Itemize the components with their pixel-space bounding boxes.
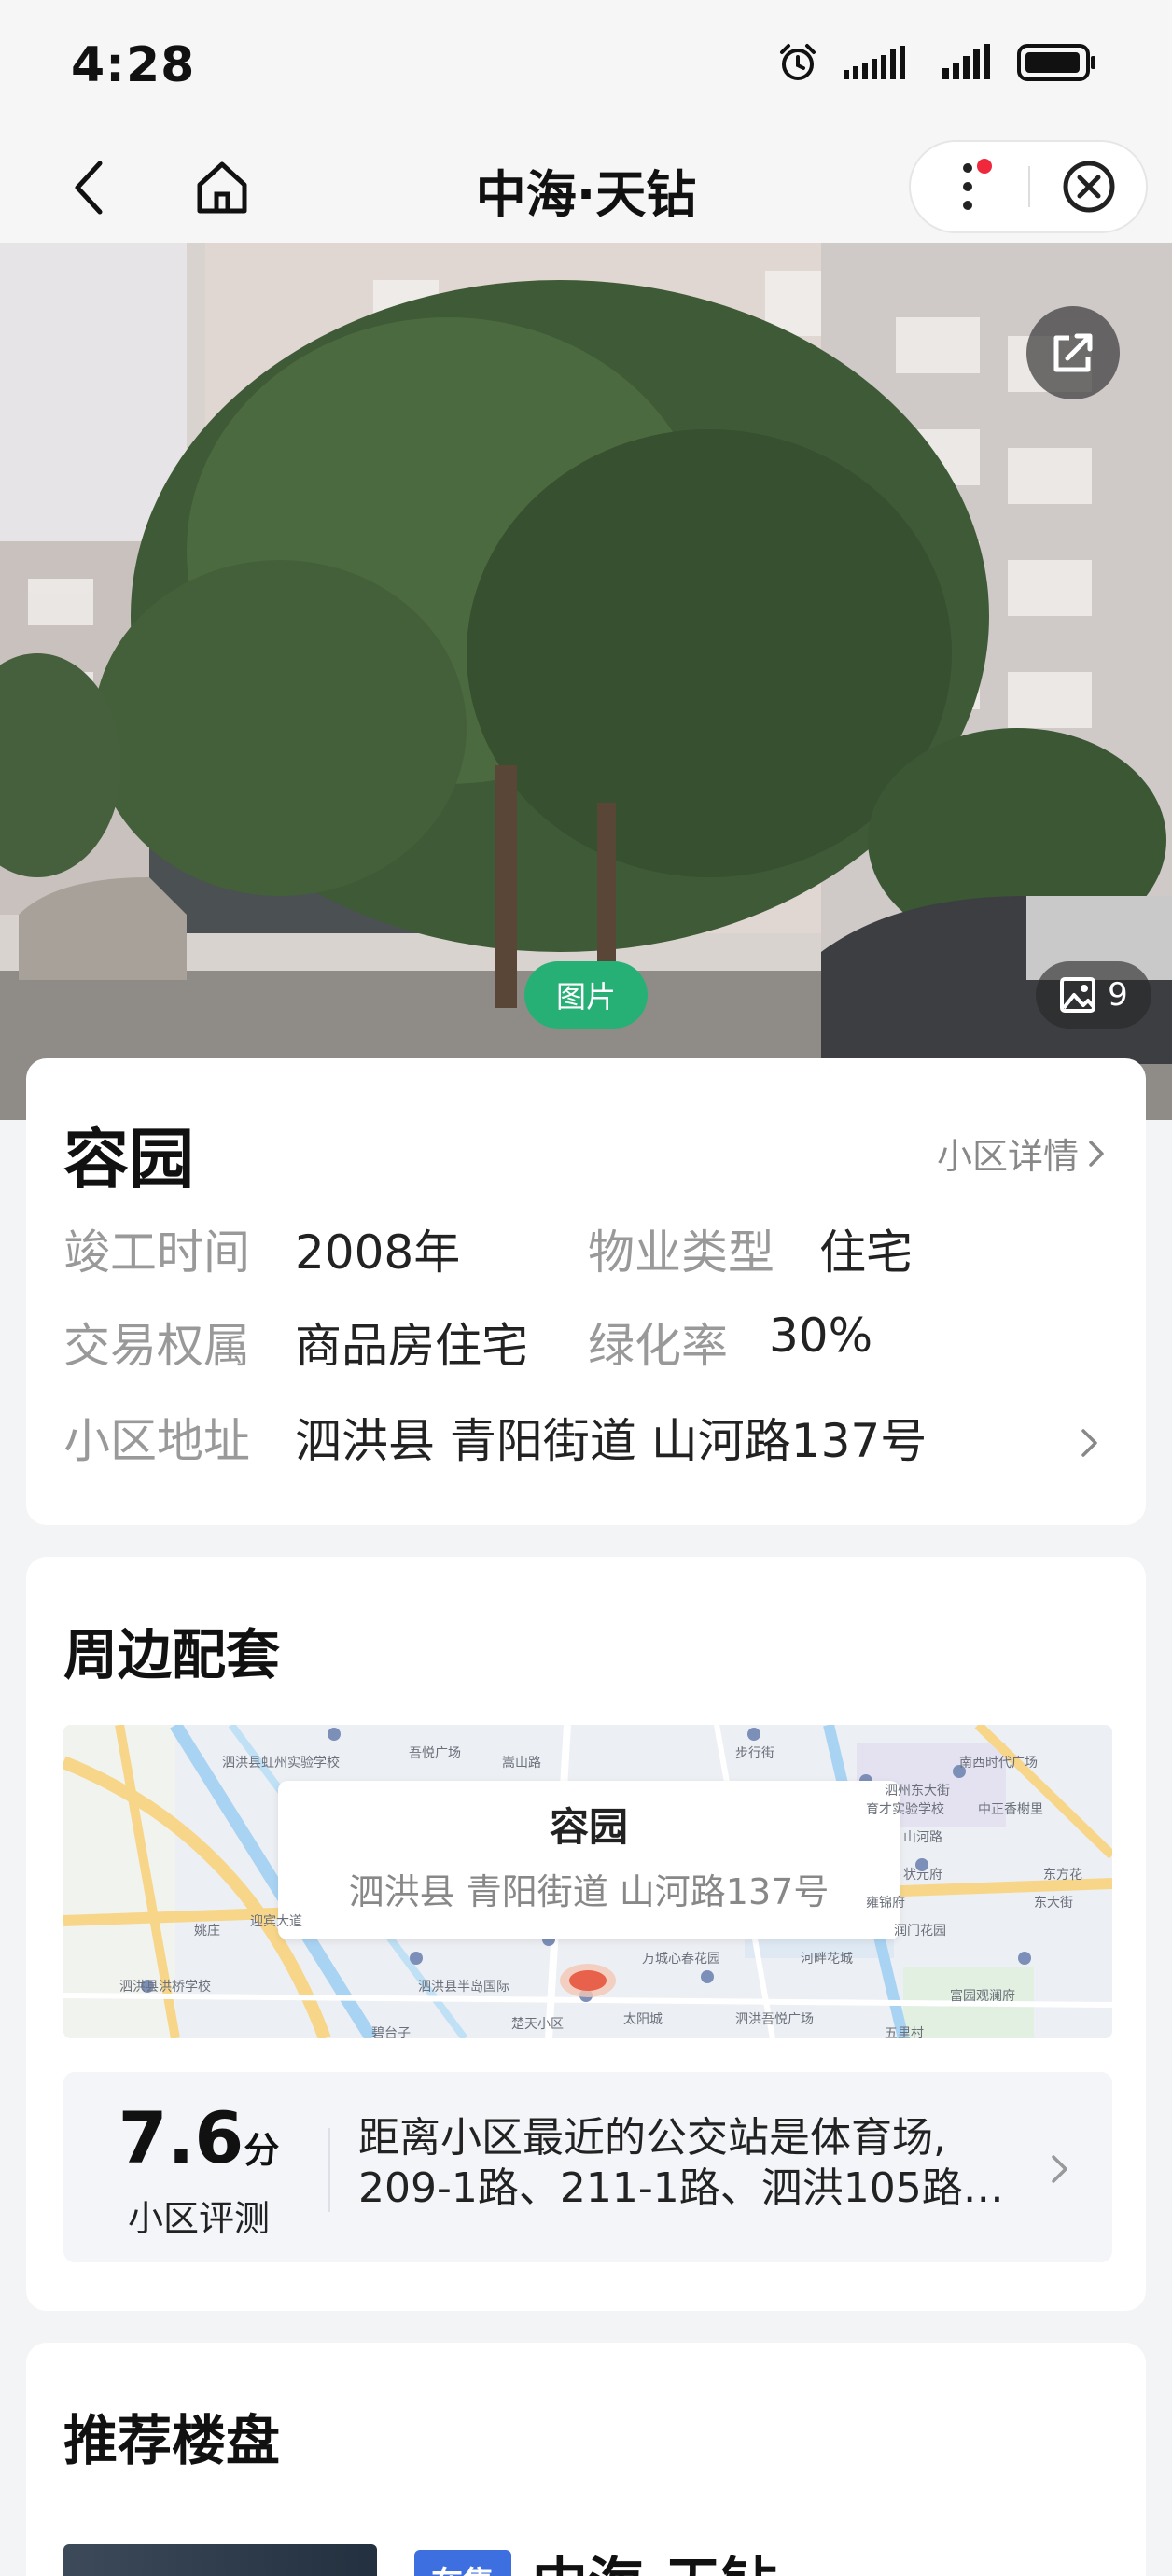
map-place-label: 泗州东大街 bbox=[885, 1784, 950, 1799]
score-label: 小区评测 bbox=[127, 2198, 270, 2239]
score-unit: 分 bbox=[244, 2130, 280, 2171]
map-place-label: 迎宾大道 bbox=[250, 1914, 302, 1929]
hero-photo[interactable]: 图片 9 bbox=[0, 243, 1172, 1120]
map-popup: 容园 泗洪县 青阳街道 山河路137号 bbox=[278, 1781, 900, 1939]
surroundings-map[interactable]: 泗洪县虹州实验学校 吾悦广场嵩山路 步行街南西时代广场 泗州东大街育才实验学校 中正香榭… bbox=[63, 1725, 1112, 2038]
score-value: 7.6分 bbox=[63, 2096, 334, 2179]
back-button[interactable] bbox=[56, 155, 121, 220]
estate-name: 容园 bbox=[63, 1121, 194, 1197]
chevron-left-icon bbox=[75, 161, 103, 215]
chevron-right-icon bbox=[1052, 2155, 1067, 2183]
close-circle-icon bbox=[1063, 161, 1115, 213]
map-place-label: 太阳城 bbox=[623, 2012, 663, 2027]
map-place-label: 南西时代广场 bbox=[959, 1756, 1038, 1771]
completion-value: 2008年 bbox=[295, 1225, 461, 1280]
map-place-label: 吾悦广场 bbox=[409, 1746, 461, 1761]
map-place-label: 泗洪吾悦广场 bbox=[735, 2012, 814, 2027]
map-place-label: 姚庄 bbox=[194, 1924, 220, 1939]
estate-score-panel[interactable]: 7.6分 小区评测 距离小区最近的公交站是体育场, 209-1路、211-1路、… bbox=[63, 2072, 1112, 2262]
map-place-label: 嵩山路 bbox=[502, 1756, 541, 1771]
map-place-label: 万城心春花园 bbox=[642, 1952, 720, 1967]
map-place-label: 碧台子 bbox=[371, 2026, 411, 2038]
signal-icon bbox=[942, 44, 990, 79]
map-place-label: 中正香榭里 bbox=[978, 1802, 1043, 1817]
battery-icon bbox=[1017, 44, 1095, 81]
nav-bar: 中海·天钻 bbox=[0, 131, 1172, 243]
home-icon bbox=[197, 161, 247, 214]
more-button[interactable] bbox=[911, 142, 1030, 231]
estate-detail-label: 小区详情 bbox=[936, 1136, 1079, 1177]
map-place-label: 楚天小区 bbox=[511, 2017, 564, 2032]
surroundings-card: 周边配套 泗洪县虹州实验学校 吾悦广场 嵩山路 步行街 南西时代广场 泗州东大街… bbox=[26, 1557, 1146, 2311]
notification-dot bbox=[977, 159, 992, 174]
image-icon bbox=[1060, 977, 1096, 1013]
signal-icon bbox=[844, 46, 905, 79]
page-title: 中海·天钻 bbox=[475, 165, 697, 224]
map-place-label: 步行街 bbox=[735, 1746, 774, 1761]
map-place-label: 雍锦府 bbox=[866, 1896, 905, 1911]
estate-info-card: 容园 小区详情 竣工时间 2008年 物业类型 住宅 交易权属 商品房住宅 绿化… bbox=[26, 1058, 1146, 1525]
bus-info: 距离小区最近的公交站是体育场, 209-1路、211-1路、泗洪105路… bbox=[358, 2114, 1004, 2212]
score-number: 7.6 bbox=[118, 2096, 244, 2179]
map-place-label: 五里村 bbox=[885, 2026, 924, 2038]
chevron-right-icon bbox=[1089, 1140, 1104, 1167]
address-value[interactable]: 泗洪县 青阳街道 山河路137号 bbox=[295, 1404, 927, 1471]
map-place-label: 富园观澜府 bbox=[950, 1989, 1015, 2004]
status-time: 4:28 bbox=[71, 37, 196, 93]
status-bar: 4:28 bbox=[0, 0, 1172, 131]
map-place-label: 东大街 bbox=[1034, 1896, 1073, 1911]
recommend-project-name[interactable]: 中海·天钻 bbox=[532, 2539, 777, 2576]
ownership-value: 商品房住宅 bbox=[295, 1319, 528, 1373]
greening-label: 绿化率 bbox=[588, 1319, 728, 1373]
property-type-label: 物业类型 bbox=[588, 1225, 774, 1280]
map-place-label: 泗洪县半岛国际 bbox=[418, 1980, 509, 1995]
sale-status-tag: 在售 bbox=[414, 2550, 511, 2576]
map-place-label: 泗洪县洪桥学校 bbox=[119, 1980, 211, 1995]
photo-count-badge[interactable]: 9 bbox=[1036, 961, 1151, 1029]
score-arrow[interactable] bbox=[1051, 2150, 1079, 2188]
close-button[interactable] bbox=[1030, 142, 1148, 231]
recommend-title: 推荐楼盘 bbox=[63, 2409, 281, 2472]
share-icon bbox=[1053, 333, 1093, 372]
page: 4:28 中海·天钻 图片 9 容园 小区详情 竣工时间 2008年 物业类型 … bbox=[0, 0, 1172, 2576]
recommend-card: 推荐楼盘 在售 中海·天钻 bbox=[26, 2343, 1146, 2576]
alarm-icon bbox=[780, 44, 816, 80]
property-type-value: 住宅 bbox=[819, 1225, 913, 1280]
map-place-label: 状元府 bbox=[903, 1868, 942, 1883]
map-place-label: 东方花 bbox=[1043, 1868, 1082, 1883]
map-place-label: 河畔花城 bbox=[801, 1952, 853, 1967]
map-place-label: 泗洪县虹州实验学校 bbox=[222, 1756, 340, 1771]
picture-tab[interactable]: 图片 bbox=[524, 961, 648, 1029]
location-pin-icon bbox=[560, 1964, 616, 1997]
surroundings-title: 周边配套 bbox=[63, 1623, 281, 1687]
map-popup-address: 泗洪县 青阳街道 山河路137号 bbox=[348, 1871, 830, 1912]
home-button[interactable] bbox=[187, 151, 258, 222]
completion-label: 竣工时间 bbox=[63, 1225, 250, 1280]
map-place-label: 润门花园 bbox=[894, 1924, 946, 1939]
status-icons bbox=[776, 41, 1097, 84]
map-place-label: 育才实验学校 bbox=[866, 1802, 944, 1817]
photo-count: 9 bbox=[1108, 976, 1128, 1014]
address-label: 小区地址 bbox=[63, 1414, 250, 1468]
recommend-thumbnail[interactable] bbox=[63, 2544, 377, 2576]
ownership-label: 交易权属 bbox=[63, 1319, 250, 1373]
share-button[interactable] bbox=[1026, 306, 1120, 399]
map-place-label: 山河路 bbox=[903, 1830, 942, 1845]
score-divider bbox=[328, 2128, 330, 2212]
more-dots-icon bbox=[963, 159, 992, 210]
chevron-right-icon bbox=[1081, 1429, 1097, 1457]
map-popup-name: 容园 bbox=[549, 1804, 628, 1850]
estate-detail-link[interactable]: 小区详情 bbox=[937, 1127, 1105, 1179]
greening-value: 30% bbox=[769, 1309, 873, 1363]
address-arrow[interactable] bbox=[1081, 1424, 1109, 1462]
mini-program-capsule bbox=[909, 140, 1148, 233]
